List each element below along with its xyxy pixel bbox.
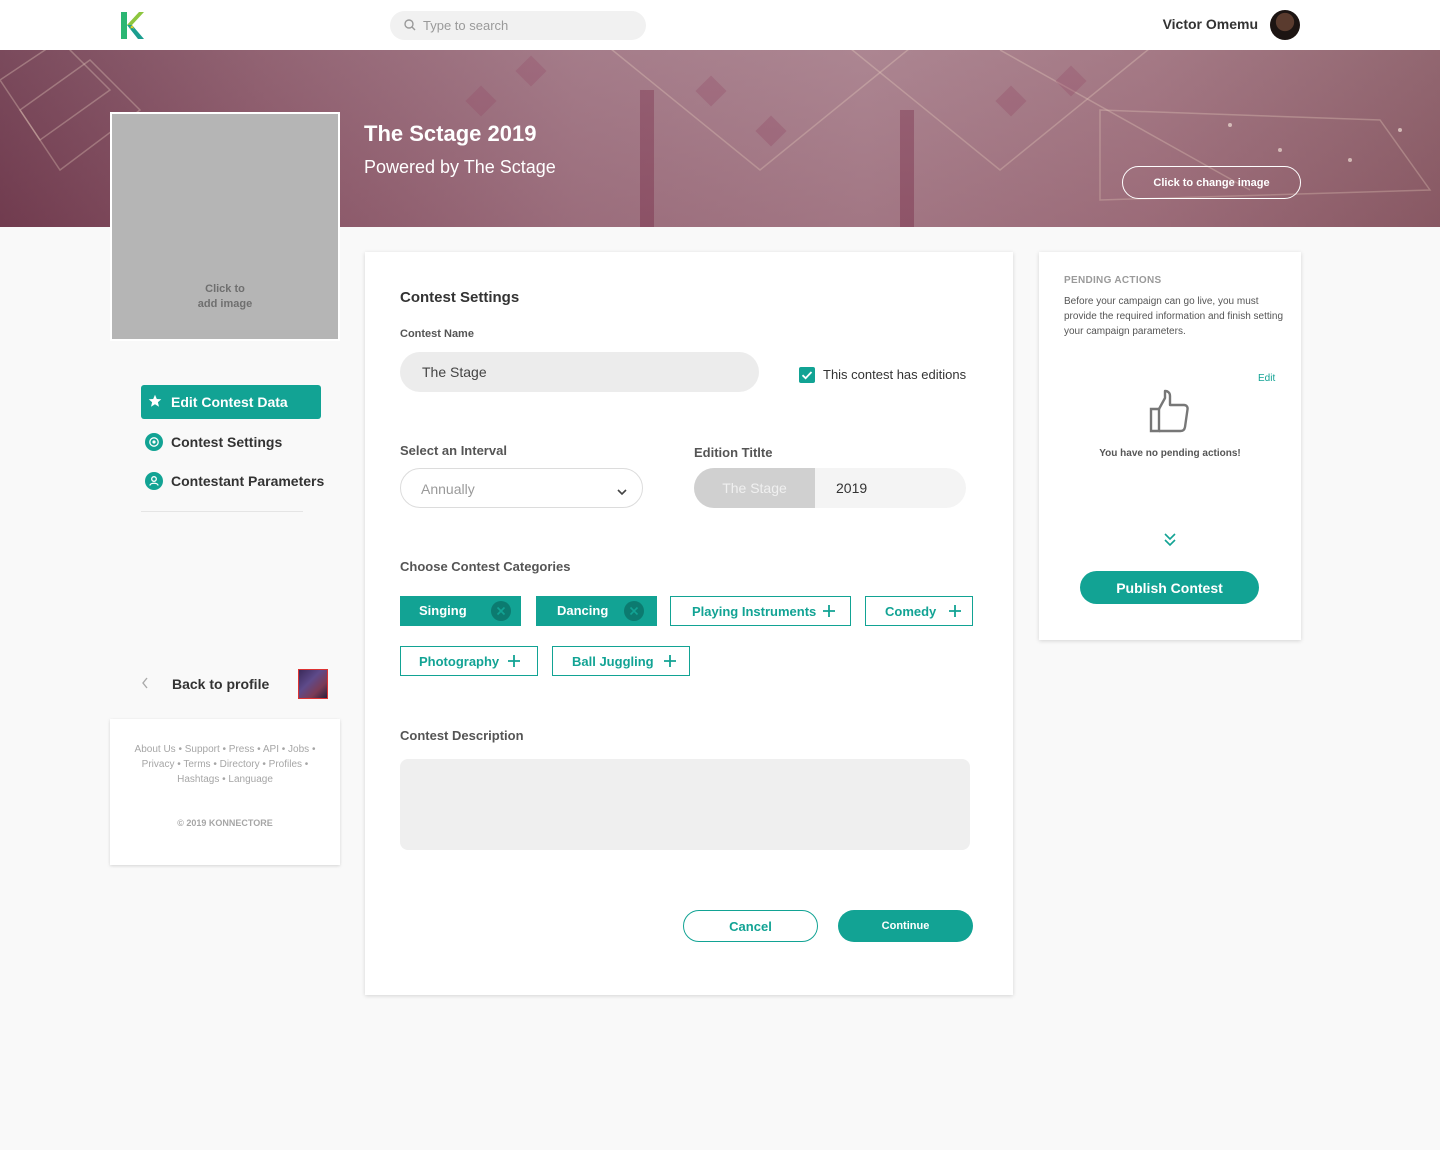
interval-select[interactable]: Annually xyxy=(400,468,643,508)
pending-actions-description: Before your campaign can go live, you mu… xyxy=(1064,296,1284,337)
contest-name-label: Contest Name xyxy=(400,328,474,340)
profile-thumbnail[interactable] xyxy=(298,669,328,699)
cancel-button[interactable]: Cancel xyxy=(683,910,818,942)
edition-title-field: The Stage xyxy=(694,468,966,508)
chevron-left-icon xyxy=(141,676,149,690)
category-chip-label: Photography xyxy=(419,654,500,669)
categories-label: Choose Contest Categories xyxy=(400,559,571,574)
category-chip-comedy[interactable]: Comedy xyxy=(865,596,973,626)
remove-icon[interactable] xyxy=(491,601,511,621)
category-chip-photography[interactable]: Photography xyxy=(400,646,538,676)
top-bar: Victor Omemu xyxy=(0,0,1440,50)
edition-title-prefix: The Stage xyxy=(694,468,815,508)
plus-icon xyxy=(507,654,521,668)
contest-settings-card: Contest Settings Contest Name This conte… xyxy=(365,252,1013,995)
continue-button[interactable]: Continue xyxy=(838,910,973,942)
add-image-hint: Click to add image xyxy=(112,282,338,312)
add-image-line1: Click to xyxy=(205,283,245,295)
search-icon xyxy=(403,18,417,32)
pending-actions-card: PENDING ACTIONS Before your campaign can… xyxy=(1039,252,1301,640)
footer-copyright: © 2019 KONNECTORE xyxy=(177,818,273,828)
contest-name-input[interactable] xyxy=(400,352,759,392)
category-chip-label: Dancing xyxy=(557,603,609,618)
sidebar-item-edit-contest-data[interactable]: Edit Contest Data xyxy=(141,385,321,419)
category-chip-label: Comedy xyxy=(885,604,937,619)
checkbox-checked-icon xyxy=(799,367,815,383)
change-image-button[interactable]: Click to change image xyxy=(1122,166,1301,199)
back-to-profile-link[interactable]: Back to profile xyxy=(141,668,331,699)
add-image-box[interactable]: Click to add image xyxy=(110,112,340,341)
sidebar-item-label: Contest Settings xyxy=(171,434,283,450)
pending-actions-title: PENDING ACTIONS xyxy=(1064,275,1162,286)
footer-card: About Us • Support • Press • API • Jobs … xyxy=(110,719,340,865)
sidebar-divider xyxy=(141,511,303,512)
thumbs-up-icon xyxy=(1148,388,1192,434)
contest-title: The Sctage 2019 xyxy=(364,121,537,146)
category-chip-dancing[interactable]: Dancing xyxy=(536,596,657,626)
search-input[interactable] xyxy=(423,11,633,40)
plus-icon xyxy=(822,604,836,618)
settings-icon xyxy=(145,433,163,451)
category-chip-label: Playing Instruments xyxy=(692,604,817,619)
remove-icon[interactable] xyxy=(624,601,644,621)
edition-title-input[interactable] xyxy=(815,468,966,508)
description-label: Contest Description xyxy=(400,728,524,743)
chevron-down-icon xyxy=(616,484,628,496)
plus-icon xyxy=(663,654,677,668)
no-pending-actions-message: You have no pending actions! xyxy=(1099,448,1241,459)
double-chevron-down-icon[interactable] xyxy=(1163,532,1177,548)
category-chip-singing[interactable]: Singing xyxy=(400,596,521,626)
interval-select-value: Annually xyxy=(421,481,475,497)
add-image-line2: add image xyxy=(197,298,253,310)
footer-links[interactable]: About Us • Support • Press • API • Jobs … xyxy=(126,742,324,787)
back-to-profile-label: Back to profile xyxy=(172,676,270,692)
category-chip-label: Singing xyxy=(419,603,467,618)
edition-title-label: Edition Titlte xyxy=(694,445,773,460)
sidebar-item-label: Edit Contest Data xyxy=(171,394,288,410)
konnectore-logo[interactable] xyxy=(120,11,144,40)
edit-link[interactable]: Edit xyxy=(1258,373,1275,384)
editions-checkbox-label: This contest has editions xyxy=(823,367,967,382)
search-bar[interactable] xyxy=(390,11,646,40)
category-chip-playing-instruments[interactable]: Playing Instruments xyxy=(670,596,851,626)
user-icon xyxy=(145,472,163,490)
contest-subtitle: Powered by The Sctage xyxy=(364,157,556,177)
plus-icon xyxy=(948,604,962,618)
publish-contest-button[interactable]: Publish Contest xyxy=(1080,571,1259,604)
sidebar-item-label: Contestant Parameters xyxy=(171,473,325,489)
interval-label: Select an Interval xyxy=(400,443,507,458)
description-textarea[interactable] xyxy=(400,759,970,850)
star-icon xyxy=(148,394,162,408)
user-name[interactable]: Victor Omemu xyxy=(1163,16,1258,32)
category-chip-ball-juggling[interactable]: Ball Juggling xyxy=(552,646,690,676)
section-title: Contest Settings xyxy=(400,289,520,306)
user-avatar[interactable] xyxy=(1270,10,1300,40)
category-chip-label: Ball Juggling xyxy=(572,654,654,669)
